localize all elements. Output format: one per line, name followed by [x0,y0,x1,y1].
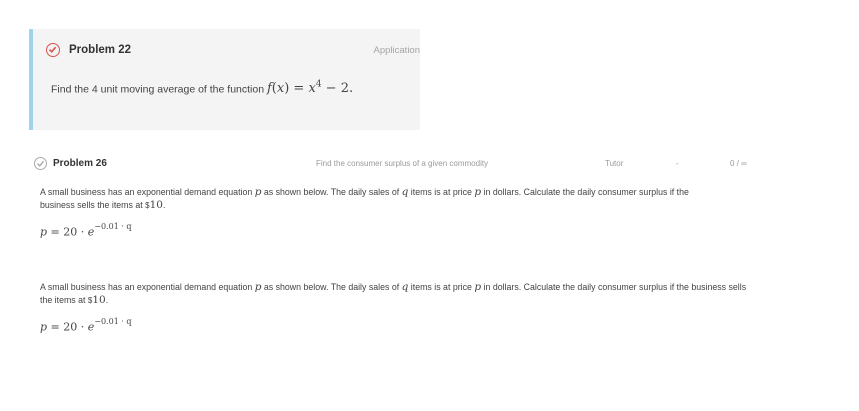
math-exponent: −0.01 · q [94,222,132,231]
problem-mode: Tutor [605,159,624,168]
text-segment: A small business has an exponential dema… [40,282,255,292]
demand-equation: p = 20 · e−0.01 · q [40,317,132,334]
math-number: 10 [149,198,163,211]
math-symbol: = [289,81,309,97]
text-segment: A small business has an exponential dema… [40,187,255,197]
math-variable: p [40,320,48,334]
check-circle-icon [46,43,60,57]
text-segment: business sells the items at [40,199,146,210]
text-segment: as shown below. The daily sales of [261,282,402,292]
function-expression: f(x) = x4 − 2. [267,80,354,97]
check-circle-icon [34,157,47,170]
problem-prompt: Find the 4 unit moving average of the fu… [51,83,265,96]
text-segment: items is at price [408,282,475,292]
problem-category: Application [373,45,420,56]
math-symbol: − 2. [321,81,354,97]
problem-statement: A small business has an exponential dema… [40,186,800,212]
text-segment: the items at [40,294,88,305]
demand-equation: p = 20 · e−0.01 · q [40,222,132,239]
math-symbol: x [308,81,316,97]
text-segment: as shown below. The daily sales of [261,187,402,197]
problem-score: 0 / ∞ [730,159,747,168]
math-symbol: = 20 · [47,320,88,334]
math-number: 10 [92,293,106,306]
problem-title[interactable]: Problem 22 [69,44,131,56]
problem-statement: A small business has an exponential dema… [40,281,830,307]
problem-text: Find the 4 unit moving average of the fu… [51,80,353,96]
text-segment: items is at price [408,187,475,197]
problem-22-card[interactable]: Problem 22 Application Find the 4 unit m… [29,29,420,130]
math-exponent: −0.01 · q [94,317,132,326]
text-segment: in dollars. Calculate the daily consumer… [481,187,689,197]
math-variable: p [40,225,48,239]
text-segment: . [162,199,166,210]
math-symbol: = 20 · [47,225,88,239]
text-segment: in dollars. Calculate the daily consumer… [481,282,747,292]
problem-dash: - [676,159,679,168]
text-segment: . [105,294,109,305]
problem-description: Find the consumer surplus of a given com… [316,159,489,168]
problem-title[interactable]: Problem 26 [53,158,107,169]
